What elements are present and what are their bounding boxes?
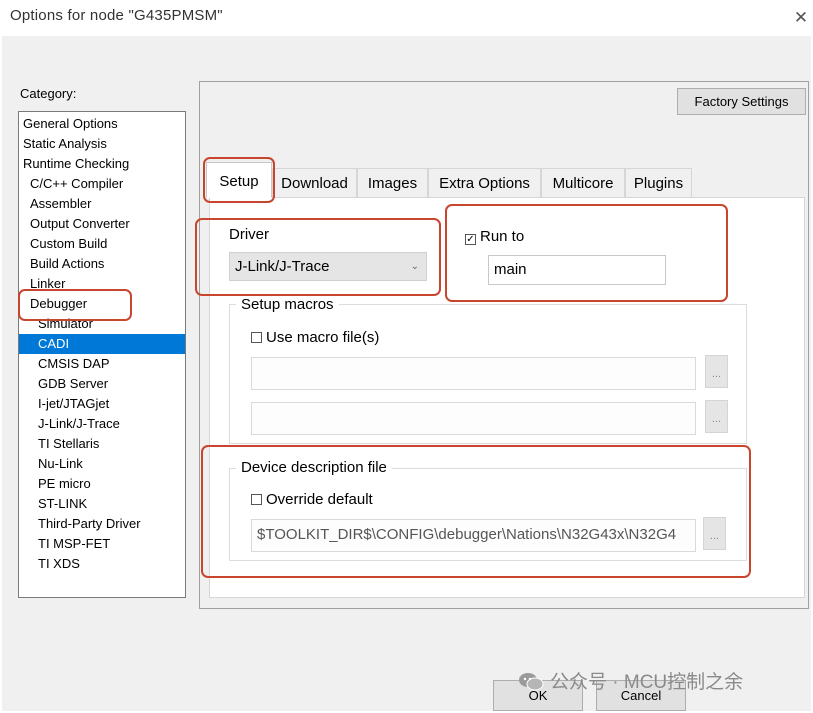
tab-extra-options[interactable]: Extra Options [428, 168, 541, 198]
use-macro-label: Use macro file(s) [266, 329, 380, 346]
category-item-assembler[interactable]: Assembler [19, 194, 185, 214]
category-item-custom-build[interactable]: Custom Build [19, 234, 185, 254]
window-title: Options for node "G435PMSM" [10, 7, 223, 24]
category-item-ti-stellaris[interactable]: TI Stellaris [19, 434, 185, 454]
category-item-third-party-driver[interactable]: Third-Party Driver [19, 514, 185, 534]
category-item-build-actions[interactable]: Build Actions [19, 254, 185, 274]
wechat-icon [519, 673, 544, 691]
run-to-input[interactable]: main [488, 255, 666, 285]
category-item-debugger[interactable]: Debugger [19, 294, 185, 314]
device-description-label: Device description file [236, 459, 392, 476]
category-item-runtime-checking[interactable]: Runtime Checking [19, 154, 185, 174]
device-description-input[interactable]: $TOOLKIT_DIR$\CONFIG\debugger\Nations\N3… [251, 519, 696, 552]
override-default-checkbox[interactable] [251, 494, 262, 505]
run-to-label: Run to [480, 228, 525, 245]
category-item-c-c-compiler[interactable]: C/C++ Compiler [19, 174, 185, 194]
watermark-text: 公众号 · MCU控制之余 [550, 672, 744, 693]
category-item-i-jet-jtagjet[interactable]: I-jet/JTAGjet [19, 394, 185, 414]
category-item-j-link-j-trace[interactable]: J-Link/J-Trace [19, 414, 185, 434]
category-item-gdb-server[interactable]: GDB Server [19, 374, 185, 394]
category-item-cmsis-dap[interactable]: CMSIS DAP [19, 354, 185, 374]
category-item-cadi[interactable]: CADI [19, 334, 185, 354]
use-macro-row: Use macro file(s) [251, 329, 379, 346]
run-to-checkbox[interactable]: ✓ [465, 234, 476, 245]
driver-select-value: J-Link/J-Trace [235, 258, 330, 275]
chevron-down-icon: ⌄ [410, 261, 419, 272]
tab-multicore[interactable]: Multicore [541, 168, 625, 198]
category-item-linker[interactable]: Linker [19, 274, 185, 294]
category-item-ti-msp-fet[interactable]: TI MSP-FET [19, 534, 185, 554]
driver-select[interactable]: J-Link/J-Trace ⌄ [229, 252, 427, 281]
tab-download[interactable]: Download [272, 168, 357, 198]
close-icon[interactable]: ✕ [789, 7, 813, 29]
macro-file-input-2[interactable] [251, 402, 696, 435]
macro-file-input-1[interactable] [251, 357, 696, 390]
tab-images[interactable]: Images [357, 168, 428, 198]
macro-browse-button-1[interactable]: ... [705, 355, 728, 388]
watermark: 公众号 · MCU控制之余 [518, 667, 743, 694]
setup-macros-label: Setup macros [236, 296, 339, 313]
factory-settings-button[interactable]: Factory Settings [677, 88, 806, 115]
driver-label: Driver [229, 226, 269, 243]
category-item-st-link[interactable]: ST-LINK [19, 494, 185, 514]
category-item-pe-micro[interactable]: PE micro [19, 474, 185, 494]
override-default-label: Override default [266, 491, 373, 508]
tab-plugins[interactable]: Plugins [625, 168, 692, 198]
category-item-simulator[interactable]: Simulator [19, 314, 185, 334]
macro-browse-button-2[interactable]: ... [705, 400, 728, 433]
use-macro-checkbox[interactable] [251, 332, 262, 343]
category-label: Category: [20, 86, 77, 101]
category-item-general-options[interactable]: General Options [19, 114, 185, 134]
category-item-output-converter[interactable]: Output Converter [19, 214, 185, 234]
device-browse-button[interactable]: ... [703, 517, 726, 550]
category-list[interactable]: General Options Static Analysis Runtime Ch… [18, 111, 186, 598]
category-item-static-analysis[interactable]: Static Analysis [19, 134, 185, 154]
override-default-row: Override default [251, 491, 373, 508]
tab-setup[interactable]: Setup [206, 162, 272, 198]
category-item-ti-xds[interactable]: TI XDS [19, 554, 185, 574]
run-to-row: ✓ Run to [465, 228, 524, 245]
category-item-nu-link[interactable]: Nu-Link [19, 454, 185, 474]
